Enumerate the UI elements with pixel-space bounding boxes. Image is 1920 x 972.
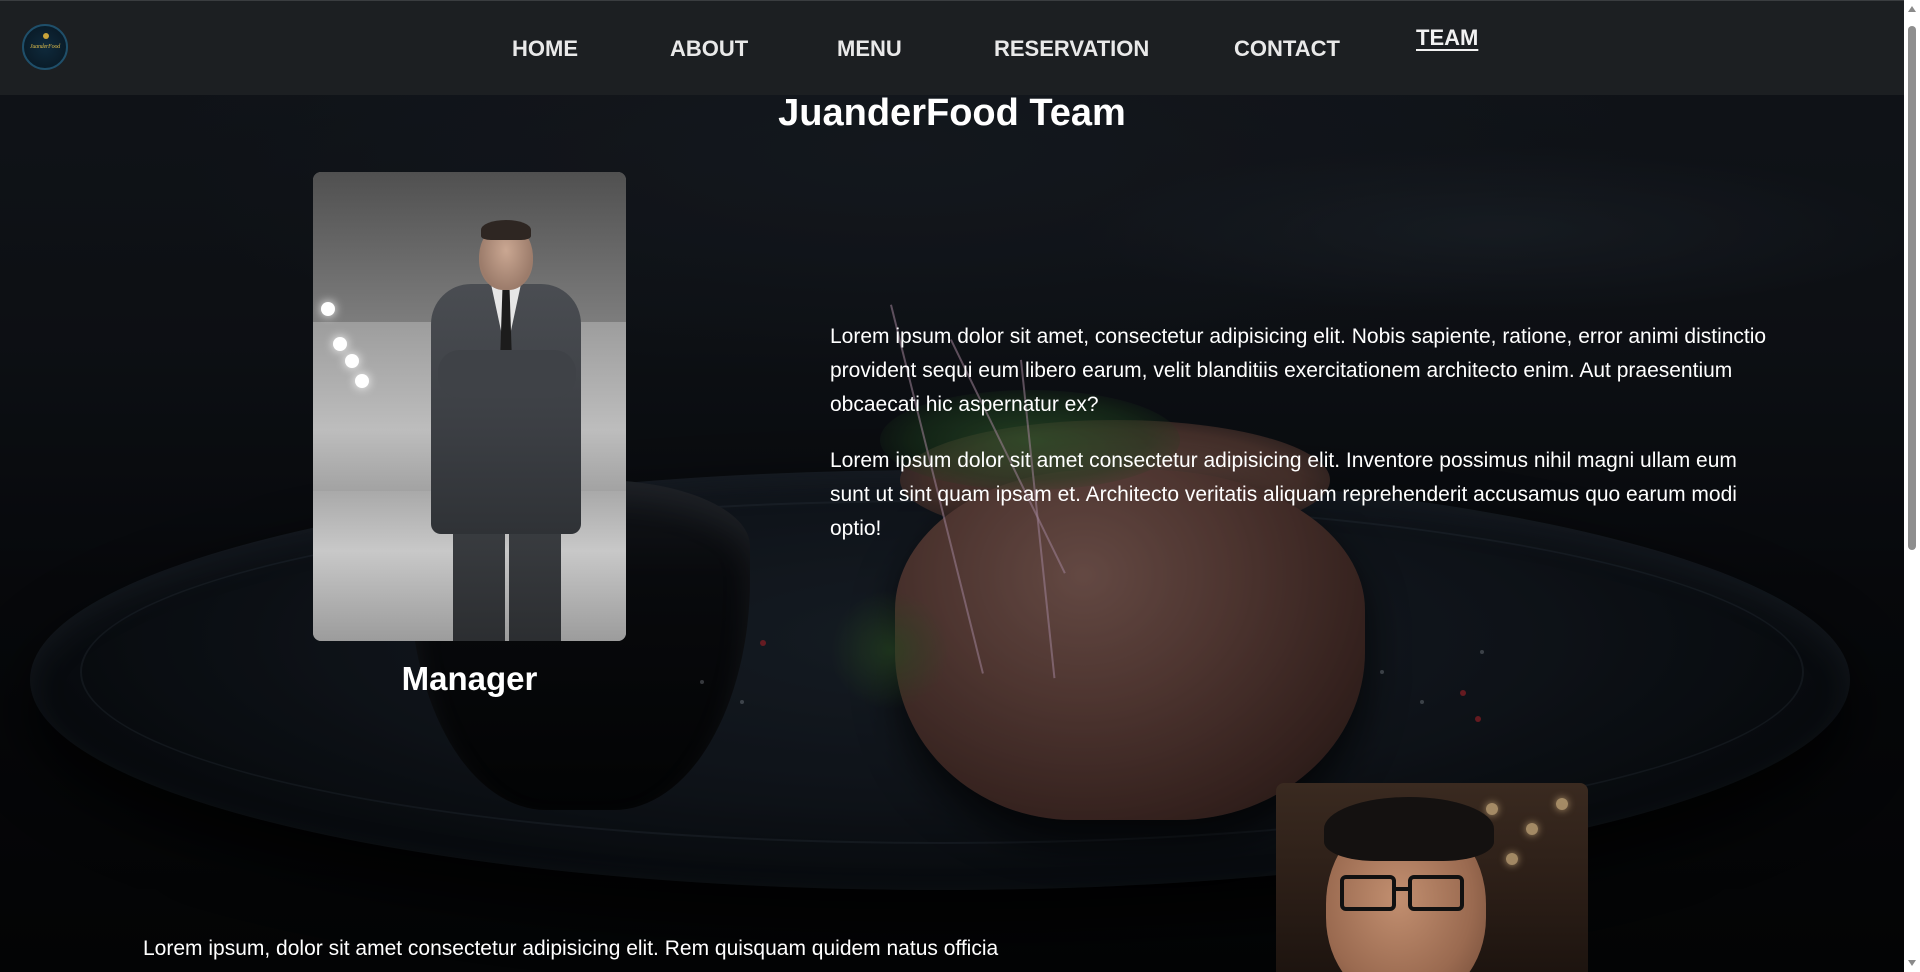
glasses-lens bbox=[1340, 875, 1396, 911]
photo-light bbox=[333, 337, 347, 351]
page-title: JuanderFood Team bbox=[778, 92, 1126, 134]
team-description-paragraph: Lorem ipsum dolor sit amet consectetur a… bbox=[830, 449, 1737, 540]
person-leg bbox=[453, 522, 505, 641]
scrollbar-thumb[interactable] bbox=[1908, 26, 1916, 550]
page-scrollbar[interactable] bbox=[1904, 0, 1920, 972]
glasses-bridge bbox=[1394, 887, 1410, 891]
team-member-photo bbox=[1276, 783, 1588, 972]
chevron-down-icon[interactable] bbox=[1908, 960, 1916, 966]
nav-link-team[interactable]: TEAM bbox=[1416, 25, 1478, 51]
team-member-description: Lorem ipsum, dolor sit amet consectetur … bbox=[143, 937, 999, 960]
photo-bokeh-light bbox=[1506, 853, 1518, 865]
navbar: JuanderFood HOME ABOUT MENU RESERVATION … bbox=[0, 0, 1904, 95]
photo-light bbox=[345, 354, 359, 368]
photo-bokeh-light bbox=[1526, 823, 1538, 835]
person-hair bbox=[481, 220, 531, 240]
photo-bokeh-light bbox=[1556, 798, 1568, 810]
photo-bokeh-light bbox=[1486, 803, 1498, 815]
chevron-up-icon[interactable] bbox=[1908, 6, 1916, 12]
photo-light bbox=[355, 374, 369, 388]
glasses-lens bbox=[1408, 875, 1464, 911]
nav-link-reservation[interactable]: RESERVATION bbox=[994, 36, 1149, 62]
nav-link-home[interactable]: HOME bbox=[512, 36, 578, 62]
main-nav: HOME ABOUT MENU RESERVATION CONTACT TEAM bbox=[0, 1, 1904, 95]
nav-link-about[interactable]: ABOUT bbox=[670, 36, 748, 62]
nav-link-contact[interactable]: CONTACT bbox=[1234, 36, 1340, 62]
person-crossed-arms bbox=[438, 350, 576, 398]
photo-light bbox=[321, 302, 335, 316]
member-role-label: Manager bbox=[401, 660, 538, 697]
team-description-paragraph: Lorem ipsum dolor sit amet, consectetur … bbox=[830, 325, 1767, 416]
manager-photo bbox=[313, 172, 626, 641]
person-hair bbox=[1324, 797, 1494, 861]
person-leg bbox=[509, 522, 561, 641]
nav-link-menu[interactable]: MENU bbox=[837, 36, 902, 62]
